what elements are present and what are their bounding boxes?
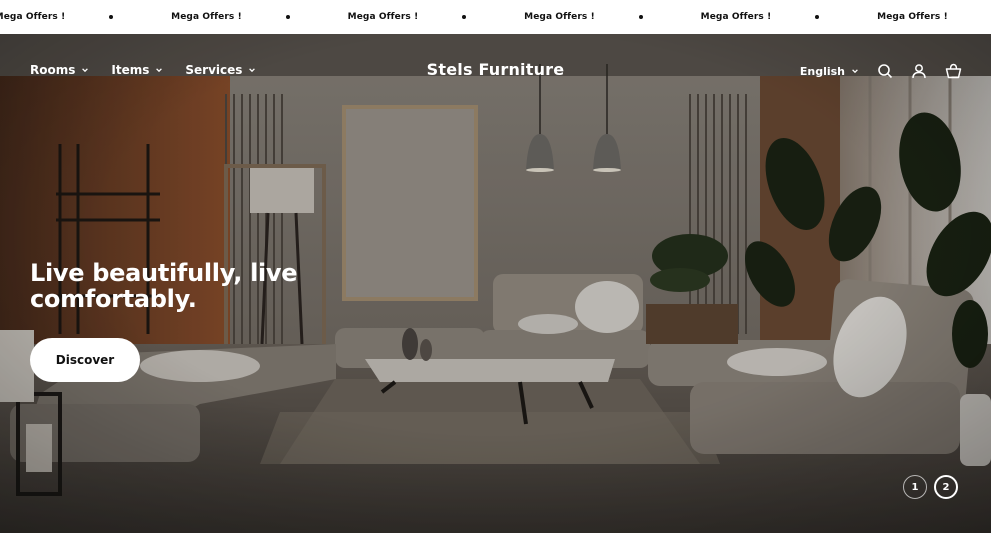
- announcement-track: Mega Offers ! Mega Offers ! Mega Offers …: [0, 0, 991, 34]
- announcement-text: Mega Offers !: [700, 12, 772, 22]
- announcement-item: Mega Offers !: [505, 12, 682, 22]
- language-label: English: [799, 64, 845, 78]
- chevron-down-icon: [852, 69, 858, 74]
- hero-headline: Live beautifully, live comfortably.: [30, 259, 298, 313]
- search-icon: [878, 64, 893, 79]
- account-button[interactable]: [909, 61, 929, 81]
- separator-dot: [638, 15, 643, 19]
- announcement-item: Mega Offers !: [328, 12, 505, 22]
- separator-dot: [462, 15, 466, 19]
- language-selector[interactable]: English: [800, 65, 859, 78]
- separator-dot: [815, 15, 819, 19]
- announcement-bar: Mega Offers ! Mega Offers ! Mega Offers …: [0, 0, 991, 34]
- announcement-item: Mega Offers !: [681, 12, 858, 22]
- header-actions: English: [800, 61, 963, 81]
- announcement-item: Mega Offers !: [858, 12, 991, 22]
- announcement-item: Mega Offers !: [0, 12, 152, 22]
- announcement-text: Mega Offers !: [524, 12, 595, 22]
- separator-dot: [285, 15, 290, 19]
- discover-button[interactable]: Discover: [30, 338, 140, 382]
- cart-button[interactable]: [943, 61, 963, 81]
- announcement-text: Mega Offers !: [877, 12, 948, 22]
- announcement-text: Mega Offers !: [0, 12, 66, 22]
- account-icon: [912, 64, 926, 79]
- slide-pager-dot-2[interactable]: 2: [934, 475, 958, 499]
- slide-pager-dot-1[interactable]: 1: [903, 475, 927, 499]
- announcement-text: Mega Offers !: [347, 12, 419, 22]
- slide-pager: 1 2: [903, 475, 958, 499]
- search-button[interactable]: [875, 61, 895, 81]
- cart-icon: [945, 63, 961, 79]
- site-header: Rooms Items Services Stels Furniture Eng…: [0, 34, 991, 108]
- separator-dot: [109, 15, 113, 19]
- announcement-item: Mega Offers !: [152, 12, 329, 22]
- announcement-text: Mega Offers !: [171, 12, 242, 22]
